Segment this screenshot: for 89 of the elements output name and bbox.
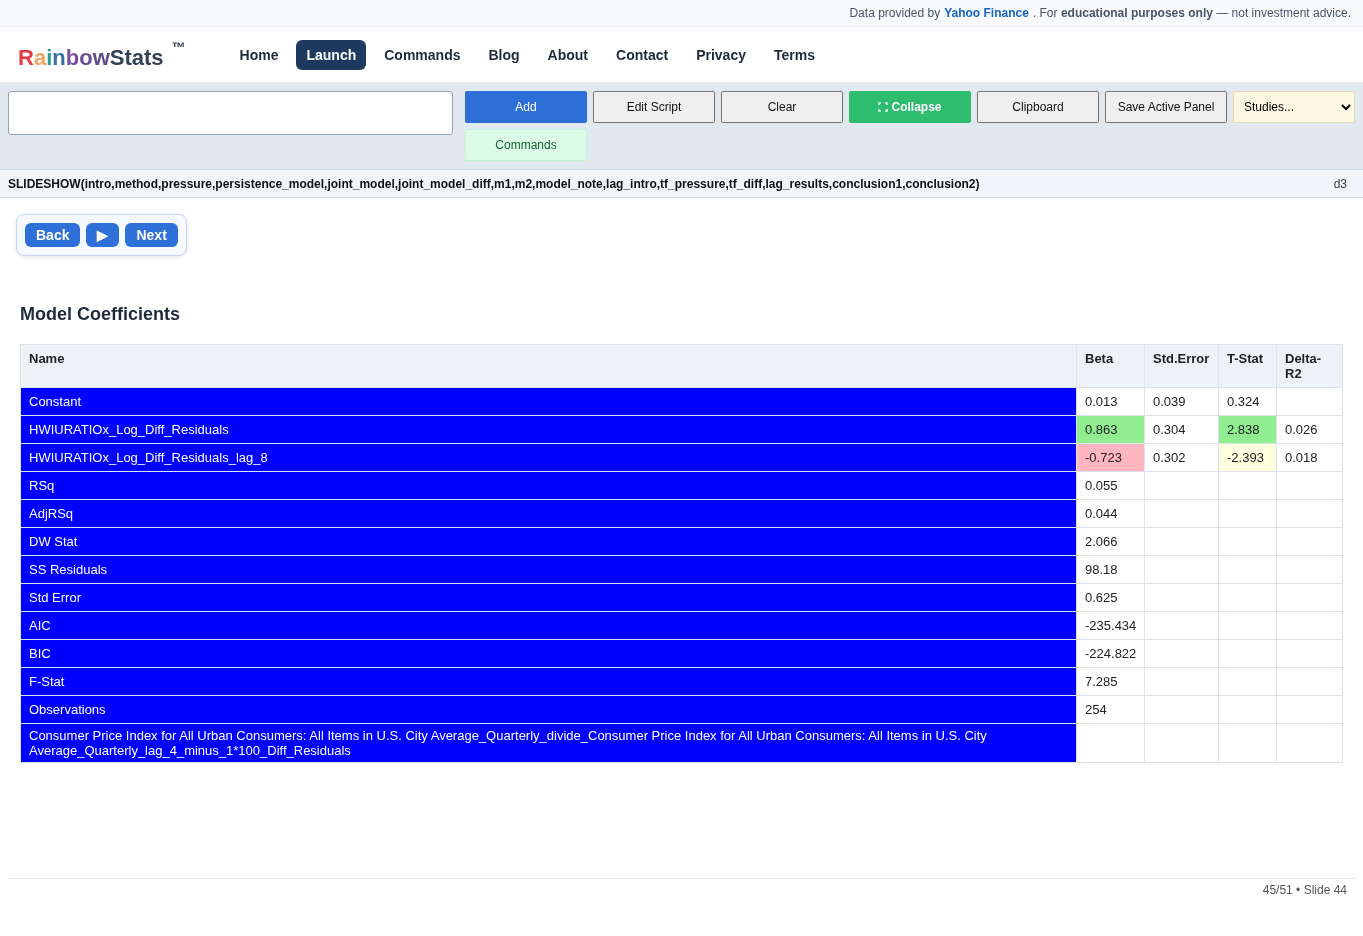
table-cell	[1218, 667, 1277, 696]
table-cell	[1218, 555, 1277, 584]
row-name-cell: AIC	[20, 611, 1077, 640]
row-name-cell: RSq	[20, 471, 1077, 500]
toolbar-button[interactable]: Clear	[721, 91, 843, 123]
table-cell: 2.838	[1218, 415, 1277, 444]
row-name-cell: Consumer Price Index for All Urban Consumers: All Items in U.S. City Average_Quarterly_divide_Consumer Price Index for All Urban Consumers: All Items in U.S. City Average_Quarterly_lag_4_minus_1*100_Diff_Residuals	[20, 723, 1077, 763]
row-name-cell: Constant	[20, 387, 1077, 416]
studies-select[interactable]: Studies...	[1233, 91, 1355, 123]
table-cell: 0.026	[1276, 415, 1343, 444]
table-cell: 0.055	[1076, 471, 1145, 500]
row-name-cell: HWIURATIOx_Log_Diff_Residuals_lag_8	[20, 443, 1077, 472]
command-text: SLIDESHOW(intro,method,pressure,persistence_model,joint_model,joint_model_diff,m1,m2,model_note,lag_intro,tf_pressure,tf_diff,lag_results,conclusion1,conclusion2)	[8, 176, 980, 191]
table-cell	[1276, 499, 1343, 528]
table-cell	[1276, 723, 1343, 763]
row-name-cell: Observations	[20, 695, 1077, 724]
brand-logo[interactable]: RainbowStats	[18, 44, 164, 71]
column-header: Std.Error	[1144, 344, 1219, 388]
table-cell: -224.822	[1076, 639, 1145, 668]
table-cell	[1218, 611, 1277, 640]
column-header: T-Stat	[1218, 344, 1277, 388]
nav-link[interactable]: Contact	[606, 39, 679, 70]
nav-link[interactable]: Launch	[296, 39, 367, 70]
table-cell: 254	[1076, 695, 1145, 724]
column-header: Beta	[1076, 344, 1145, 388]
table-cell	[1218, 639, 1277, 668]
next-button[interactable]: Next	[125, 223, 178, 247]
table-cell: 98.18	[1076, 555, 1145, 584]
table-cell: -2.393	[1218, 443, 1277, 472]
trademark-mark: ™	[171, 38, 186, 55]
column-header: Name	[20, 344, 1077, 388]
table-cell: 0.625	[1076, 583, 1145, 612]
row-name-cell: SS Residuals	[20, 555, 1077, 584]
table-cell	[1276, 695, 1343, 724]
row-name-cell: Std Error	[20, 583, 1077, 612]
toolbar-button[interactable]: Save Active Panel	[1105, 91, 1227, 123]
yahoo-finance-link[interactable]: Yahoo Finance	[944, 6, 1029, 20]
table-cell	[1276, 583, 1343, 612]
column-header: Delta-R2	[1276, 344, 1343, 388]
nav-link[interactable]: Blog	[478, 39, 530, 70]
table-cell	[1218, 471, 1277, 500]
table-cell	[1276, 471, 1343, 500]
table-cell	[1276, 611, 1343, 640]
table-cell	[1276, 555, 1343, 584]
row-name-cell: AdjRSq	[20, 499, 1077, 528]
table-cell: 0.013	[1076, 387, 1145, 416]
back-button[interactable]: Back	[25, 223, 81, 247]
table-cell: 0.302	[1144, 443, 1219, 472]
table-cell: 0.324	[1218, 387, 1277, 416]
toolbar-button[interactable]: Edit Script	[593, 91, 715, 123]
table-cell	[1276, 387, 1343, 416]
row-name-cell: DW Stat	[20, 527, 1077, 556]
table-cell: 7.285	[1076, 667, 1145, 696]
row-name-cell: BIC	[20, 639, 1077, 668]
table-cell: 0.044	[1076, 499, 1145, 528]
slide-counter: 45/51 • Slide 44	[1262, 883, 1347, 897]
table-cell	[1076, 723, 1145, 763]
nav-link[interactable]: Home	[229, 39, 289, 70]
commands-button[interactable]: Commands	[465, 129, 587, 161]
table-cell: 0.304	[1144, 415, 1219, 444]
table-cell	[1276, 667, 1343, 696]
notice-text: Data provided by	[849, 6, 941, 20]
table-cell	[1218, 723, 1277, 763]
row-name-cell: HWIURATIOx_Log_Diff_Residuals	[20, 415, 1077, 444]
panel-tag: d3	[1333, 176, 1347, 191]
row-name-cell: F-Stat	[20, 667, 1077, 696]
nav-link[interactable]: Terms	[763, 39, 825, 70]
table-cell: -235.434	[1076, 611, 1145, 640]
table-cell	[1276, 639, 1343, 668]
nav-link[interactable]: Privacy	[686, 39, 756, 70]
play-button[interactable]: ▶	[86, 223, 120, 247]
table-cell: 0.039	[1144, 387, 1219, 416]
nav-link[interactable]: About	[537, 39, 598, 70]
table-cell: 0.018	[1276, 443, 1343, 472]
table-cell	[1276, 527, 1343, 556]
notice-text: . For educational purposes only — not investment advice.	[1032, 6, 1351, 20]
table-cell	[1218, 583, 1277, 612]
toolbar-button[interactable]: Add	[465, 91, 587, 123]
expand-icon	[878, 102, 889, 112]
table-cell	[1218, 499, 1277, 528]
toolbar-button[interactable]: Clipboard	[977, 91, 1099, 123]
table-cell: -0.723	[1076, 443, 1145, 472]
table-cell	[1218, 527, 1277, 556]
table-cell	[1218, 695, 1277, 724]
table-cell: 0.863	[1076, 415, 1145, 444]
section-title: Model Coefficients	[20, 304, 181, 325]
nav-link[interactable]: Commands	[374, 39, 471, 70]
script-input[interactable]	[8, 91, 453, 135]
table-cell: 2.066	[1076, 527, 1145, 556]
